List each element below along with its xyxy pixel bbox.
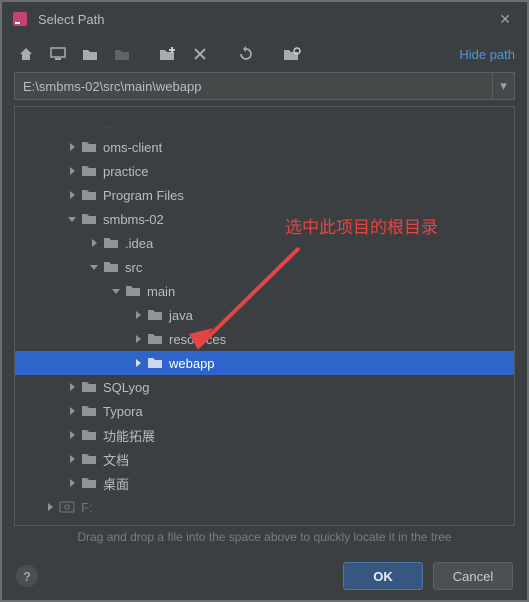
- tree-item[interactable]: smbms-02: [15, 207, 514, 231]
- tree-item-label: .idea: [125, 236, 153, 251]
- drag-hint-text: Drag and drop a file into the space abov…: [2, 530, 527, 544]
- expand-arrow-icon[interactable]: [65, 188, 79, 202]
- tree-item-label: 功能拓展: [103, 426, 155, 445]
- expand-arrow-icon[interactable]: [65, 380, 79, 394]
- folder-icon: [81, 428, 97, 442]
- expand-arrow-icon[interactable]: [87, 260, 101, 274]
- expand-arrow-icon[interactable]: [87, 236, 101, 250]
- expand-arrow-icon[interactable]: [65, 404, 79, 418]
- tree-item-label: 文档: [103, 450, 129, 469]
- tree-item[interactable]: practice: [15, 159, 514, 183]
- tree-item-label: webapp: [169, 356, 215, 371]
- tree-item[interactable]: 桌面: [15, 471, 514, 495]
- folder-icon: [81, 140, 97, 154]
- tree-item-label: main: [147, 284, 175, 299]
- toolbar: Hide path: [2, 36, 527, 72]
- path-input[interactable]: [15, 73, 492, 99]
- tree-item: …: [15, 111, 514, 135]
- expand-arrow-icon[interactable]: [65, 428, 79, 442]
- cancel-button[interactable]: Cancel: [433, 562, 513, 590]
- new-folder-icon[interactable]: [156, 43, 180, 65]
- expand-arrow-icon[interactable]: [43, 500, 57, 514]
- folder-icon: [81, 404, 97, 418]
- show-hidden-icon[interactable]: [280, 43, 304, 65]
- expand-arrow-icon[interactable]: [65, 164, 79, 178]
- ok-button[interactable]: OK: [343, 562, 423, 590]
- folder-icon: [81, 380, 97, 394]
- folder-icon: [147, 332, 163, 346]
- app-logo-icon: [12, 11, 28, 27]
- tree-item[interactable]: .idea: [15, 231, 514, 255]
- nav-up-icon: [110, 43, 134, 65]
- tree-item[interactable]: main: [15, 279, 514, 303]
- folder-icon: [81, 452, 97, 466]
- tree-item-label: Typora: [103, 404, 143, 419]
- close-icon[interactable]: ✕: [493, 11, 517, 28]
- tree-item[interactable]: 文档: [15, 447, 514, 471]
- folder-icon: [125, 284, 141, 298]
- tree-item-label: Program Files: [103, 188, 184, 203]
- home-icon[interactable]: [14, 43, 38, 65]
- folder-icon: [103, 236, 119, 250]
- tree-item[interactable]: 功能拓展: [15, 423, 514, 447]
- expand-arrow-icon[interactable]: [131, 308, 145, 322]
- tree-item[interactable]: resources: [15, 327, 514, 351]
- folder-icon: [81, 164, 97, 178]
- tree-item[interactable]: SQLyog: [15, 375, 514, 399]
- path-dropdown-icon[interactable]: ▾: [492, 73, 514, 99]
- tree-item[interactable]: webapp: [15, 351, 514, 375]
- expand-arrow-icon[interactable]: [109, 284, 123, 298]
- hide-path-link[interactable]: Hide path: [459, 47, 515, 62]
- delete-icon[interactable]: [188, 43, 212, 65]
- folder-icon: [81, 188, 97, 202]
- tree-item[interactable]: Typora: [15, 399, 514, 423]
- tree-item[interactable]: Program Files: [15, 183, 514, 207]
- refresh-icon[interactable]: [234, 43, 258, 65]
- tree-item[interactable]: F:: [15, 495, 514, 519]
- tree-item-label: src: [125, 260, 142, 275]
- help-icon[interactable]: ?: [16, 565, 38, 587]
- tree-item-label: practice: [103, 164, 149, 179]
- expand-arrow-icon[interactable]: [65, 476, 79, 490]
- expand-arrow-icon[interactable]: [65, 140, 79, 154]
- folder-icon: [81, 476, 97, 490]
- tree-item-label: 桌面: [103, 474, 129, 493]
- folder-icon: [103, 260, 119, 274]
- folder-icon: [147, 356, 163, 370]
- folder-icon: [81, 212, 97, 226]
- desktop-icon[interactable]: [46, 43, 70, 65]
- folder-tree[interactable]: … oms-client practice Program Files smbms-02…: [15, 107, 514, 519]
- tree-item[interactable]: src: [15, 255, 514, 279]
- disk-icon: [59, 500, 75, 514]
- expand-arrow-icon[interactable]: [131, 356, 145, 370]
- tree-item-label: java: [169, 308, 193, 323]
- expand-arrow-icon[interactable]: [65, 212, 79, 226]
- tree-item-label: SQLyog: [103, 380, 150, 395]
- tree-item-label: F:: [81, 500, 93, 515]
- expand-arrow-icon[interactable]: [131, 332, 145, 346]
- tree-item-label: smbms-02: [103, 212, 164, 227]
- tree-item[interactable]: java: [15, 303, 514, 327]
- window-title: Select Path: [38, 12, 483, 27]
- tree-item-label: oms-client: [103, 140, 162, 155]
- expand-arrow-icon[interactable]: [65, 452, 79, 466]
- module-icon[interactable]: [78, 43, 102, 65]
- tree-item-label: resources: [169, 332, 226, 347]
- folder-icon: [147, 308, 163, 322]
- tree-item[interactable]: oms-client: [15, 135, 514, 159]
